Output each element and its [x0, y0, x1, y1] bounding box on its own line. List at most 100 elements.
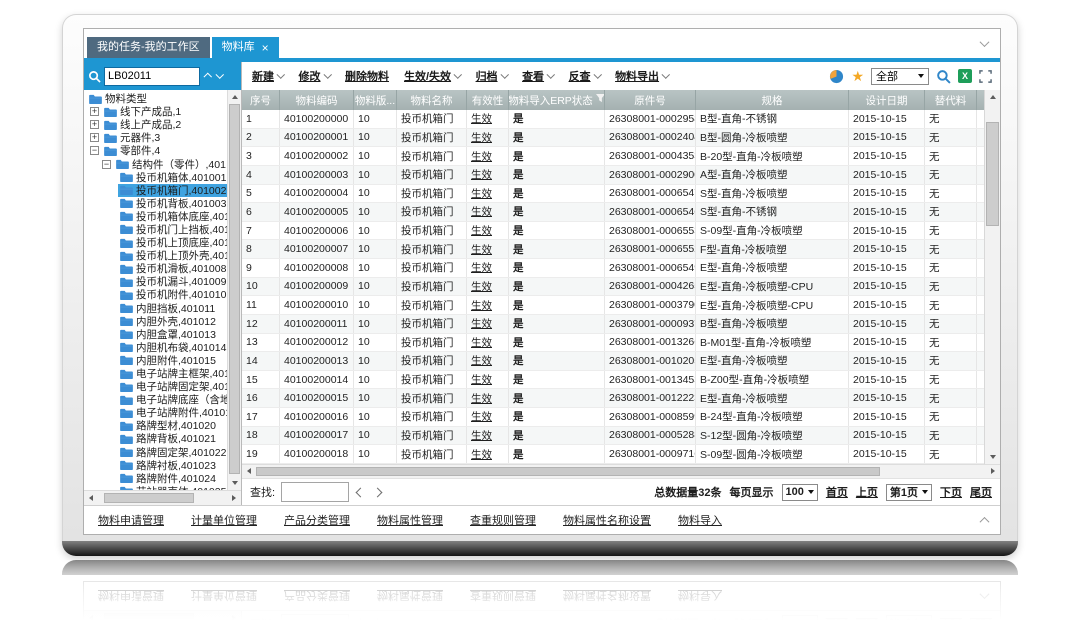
tree-horizontal-scrollbar[interactable]	[84, 490, 241, 505]
table-row[interactable]: 104010020000910投币机箱门生效是26308001-0004265E…	[242, 278, 984, 297]
favorite-star-icon[interactable]: ★	[851, 69, 864, 83]
tree-item[interactable]: 内胆盒罩,401013	[118, 328, 228, 341]
scroll-left-icon[interactable]	[242, 465, 255, 477]
tree-item[interactable]: 路牌背板,401021	[118, 432, 228, 445]
footer-link[interactable]: 计量单位管理	[191, 512, 257, 528]
tree-root-item[interactable]: 物料类型	[87, 92, 228, 105]
tree-item[interactable]: 投币机箱门,401002	[118, 184, 228, 197]
footer-link[interactable]: 物料属性名称设置	[563, 512, 651, 528]
table-row[interactable]: 94010020000810投币机箱门生效是26308001-0006549E型…	[242, 259, 984, 278]
next-page-button[interactable]: 下页	[940, 484, 962, 500]
tree-item[interactable]: 投币机箱体,401001	[118, 171, 228, 184]
toolbar-button[interactable]: 修改	[299, 68, 331, 84]
tab-my-workspace[interactable]: 我的任务-我的工作区	[87, 37, 210, 58]
tree-item[interactable]: 电子站牌底座（含地	[118, 393, 228, 406]
tree-item[interactable]: −结构件（零件）,401	[102, 157, 228, 170]
table-row[interactable]: 114010020001010投币机箱门生效是26308001-0003790E…	[242, 296, 984, 315]
tree-item[interactable]: 投币机上顶底座,4010	[118, 236, 228, 249]
scroll-up-icon[interactable]	[985, 90, 1000, 103]
scrollbar-thumb[interactable]	[256, 467, 880, 476]
column-header[interactable]: 设计日期	[849, 90, 925, 110]
scrollbar-thumb[interactable]	[986, 122, 999, 226]
tree-item[interactable]: 路牌衬板,401023	[118, 459, 228, 472]
tree-item[interactable]: +线上产成品,2	[90, 118, 228, 131]
tree-item[interactable]: 路牌固定架,401022	[118, 446, 228, 459]
table-row[interactable]: 194010020001810投币机箱门生效是26308001-0009716S…	[242, 445, 984, 464]
tree-item[interactable]: +元器件,3	[90, 131, 228, 144]
footer-link[interactable]: 物料属性管理	[377, 512, 443, 528]
tree-item[interactable]: 内胆挡板,401011	[118, 302, 228, 315]
table-row[interactable]: 84010020000710投币机箱门生效是26308001-0006552F型…	[242, 240, 984, 259]
scrollbar-thumb[interactable]	[104, 493, 194, 503]
column-header[interactable]: 原件号	[605, 90, 696, 110]
table-row[interactable]: 184010020001710投币机箱门生效是26308001-0005288S…	[242, 427, 984, 446]
collapse-icon[interactable]: −	[102, 160, 111, 169]
table-row[interactable]: 64010020000510投币机箱门生效是26308001-0006546S型…	[242, 203, 984, 222]
prev-page-button[interactable]: 上页	[856, 484, 878, 500]
tree-item[interactable]: 内胆机布袋,401014	[118, 341, 228, 354]
find-next-icon[interactable]	[373, 487, 383, 497]
footer-link[interactable]: 物料申请管理	[98, 512, 164, 528]
toolbar-button[interactable]: 删除物料	[345, 68, 389, 84]
expand-icon[interactable]: +	[90, 133, 99, 142]
table-row[interactable]: 14010020000010投币机箱门生效是26308001-0002958B型…	[242, 110, 984, 129]
tree-item[interactable]: 电子站牌主框架,4010	[118, 367, 228, 380]
close-icon[interactable]: ×	[262, 42, 269, 54]
tree-item[interactable]: 内胆外壳,401012	[118, 315, 228, 328]
per-page-select[interactable]: 100	[782, 484, 818, 501]
footer-link[interactable]: 查重规则管理	[470, 512, 536, 528]
scroll-up-icon[interactable]	[228, 90, 241, 103]
column-header[interactable]: 物料名称	[397, 90, 467, 110]
collapse-icon[interactable]: −	[90, 146, 99, 155]
tree-vertical-scrollbar[interactable]	[227, 90, 241, 490]
tree-search-input[interactable]	[104, 67, 200, 86]
column-header[interactable]: 规格	[696, 90, 849, 110]
column-header[interactable]: 物料导入ERP状态	[509, 90, 605, 110]
page-select[interactable]: 第1页	[886, 484, 932, 501]
chevron-down-icon[interactable]	[215, 71, 223, 79]
chevron-up-icon[interactable]	[204, 74, 212, 82]
table-row[interactable]: 54010020000410投币机箱门生效是26308001-0006547S型…	[242, 185, 984, 204]
table-row[interactable]: 24010020000110投币机箱门生效是26308001-0002404B型…	[242, 129, 984, 148]
tree-item[interactable]: 内胆附件,401015	[118, 354, 228, 367]
tree-item[interactable]: 投币机门上挡板,4010	[118, 223, 228, 236]
tree-item[interactable]: 路牌型材,401020	[118, 419, 228, 432]
column-header[interactable]: 序号	[242, 90, 280, 110]
toolbar-button[interactable]: 反查	[569, 68, 601, 84]
tree-item[interactable]: +线下产成品,1	[90, 105, 228, 118]
table-row[interactable]: 164010020001510投币机箱门生效是26308001-0012223E…	[242, 389, 984, 408]
pie-chart-icon[interactable]	[829, 69, 844, 84]
toolbar-button[interactable]: 生效/失效	[404, 68, 461, 84]
filter-icon[interactable]	[596, 94, 605, 106]
column-header[interactable]: 替代料	[925, 90, 977, 110]
column-header[interactable]: 物料编码	[280, 90, 354, 110]
table-row[interactable]: 144010020001310投币机箱门生效是26308001-0010205E…	[242, 352, 984, 371]
table-vertical-scrollbar[interactable]	[984, 90, 1000, 464]
scroll-down-icon[interactable]	[228, 477, 241, 490]
tree-item[interactable]: 投币机漏斗,401009	[118, 275, 228, 288]
tree-item[interactable]: 投币机背板,401003	[118, 197, 228, 210]
table-row[interactable]: 44010020000310投币机箱门生效是26308001-0002900A型…	[242, 166, 984, 185]
table-row[interactable]: 174010020001610投币机箱门生效是26308001-0008599B…	[242, 408, 984, 427]
column-header[interactable]: 物料版...	[354, 90, 397, 110]
toolbar-button[interactable]: 归档	[476, 68, 508, 84]
toolbar-button[interactable]: 新建	[252, 68, 284, 84]
find-input[interactable]	[281, 482, 349, 502]
first-page-button[interactable]: 首页	[826, 484, 848, 500]
table-row[interactable]: 134010020001210投币机箱门生效是26308001-0013266B…	[242, 334, 984, 353]
footer-link[interactable]: 产品分类管理	[284, 512, 350, 528]
chevron-down-icon[interactable]	[980, 37, 990, 47]
toolbar-button[interactable]: 物料导出	[615, 68, 669, 84]
table-row[interactable]: 154010020001410投币机箱门生效是26308001-0013453B…	[242, 371, 984, 390]
scroll-left-icon[interactable]	[84, 491, 97, 504]
footer-link[interactable]: 物料导入	[678, 512, 722, 528]
table-row[interactable]: 124010020001110投币机箱门生效是26308001-0000937B…	[242, 315, 984, 334]
find-prev-icon[interactable]	[356, 487, 366, 497]
table-row[interactable]: 74010020000610投币机箱门生效是26308001-0006553S-…	[242, 222, 984, 241]
table-horizontal-scrollbar[interactable]	[242, 464, 1000, 478]
search-icon[interactable]	[936, 69, 951, 84]
table-row[interactable]: 34010020000210投币机箱门生效是26308001-0004353B-…	[242, 147, 984, 166]
excel-export-icon[interactable]: X	[958, 69, 972, 83]
scope-select[interactable]: 全部	[871, 68, 929, 85]
tree-item[interactable]: 路牌附件,401024	[118, 472, 228, 485]
